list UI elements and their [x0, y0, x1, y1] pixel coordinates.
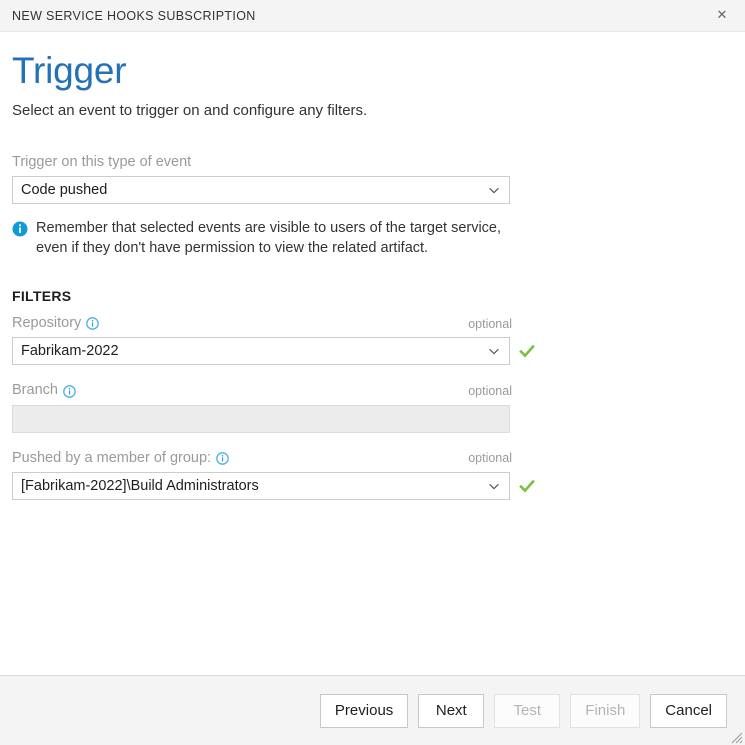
event-type-value: Code pushed — [21, 182, 487, 198]
filter-group-membership-label: Pushed by a member of group: — [12, 450, 229, 467]
filter-group-membership-header: Pushed by a member of group: optional — [12, 450, 512, 467]
filter-repository-select[interactable]: Fabrikam-2022 — [12, 337, 510, 365]
filter-group-membership-select[interactable]: [Fabrikam-2022]\Build Administrators — [12, 472, 510, 500]
resize-grip-icon[interactable] — [727, 728, 743, 744]
info-filled-icon — [12, 221, 28, 237]
dialog-titlebar: NEW SERVICE HOOKS SUBSCRIPTION ✕ — [0, 0, 745, 32]
next-button[interactable]: Next — [418, 694, 484, 728]
filter-group-membership-label-text: Pushed by a member of group: — [12, 450, 211, 467]
valid-check-icon — [519, 343, 535, 359]
close-icon[interactable]: ✕ — [713, 7, 731, 25]
info-outline-icon[interactable] — [63, 385, 76, 398]
filter-group-membership-value: [Fabrikam-2022]\Build Administrators — [21, 478, 487, 494]
filter-repository-select-wrap: Fabrikam-2022 — [12, 337, 733, 365]
chevron-down-icon — [487, 479, 501, 493]
filter-repository-label-text: Repository — [12, 315, 81, 332]
filter-group-membership-group: Pushed by a member of group: optional [F… — [12, 450, 733, 500]
valid-check-icon — [519, 478, 535, 494]
filter-group-membership-optional-tag: optional — [468, 451, 512, 465]
event-type-label-text: Trigger on this type of event — [12, 154, 191, 171]
chevron-down-icon — [487, 183, 501, 197]
dialog-title: NEW SERVICE HOOKS SUBSCRIPTION — [0, 9, 256, 23]
finish-button: Finish — [570, 694, 640, 728]
filter-repository-group: Repository optional Fabrikam-2022 — [12, 315, 733, 365]
new-service-hooks-subscription-dialog: NEW SERVICE HOOKS SUBSCRIPTION ✕ Trigger… — [0, 0, 745, 745]
filter-repository-value: Fabrikam-2022 — [21, 343, 487, 359]
test-button: Test — [494, 694, 560, 728]
filter-branch-optional-tag: optional — [468, 384, 512, 398]
filter-branch-label-text: Branch — [12, 382, 58, 399]
page-subtitle: Select an event to trigger on and config… — [12, 102, 733, 121]
event-type-group: Trigger on this type of event Code pushe… — [12, 154, 733, 204]
previous-button[interactable]: Previous — [320, 694, 408, 728]
filter-branch-input — [12, 405, 510, 433]
filters-heading: FILTERS — [12, 288, 733, 304]
filter-repository-optional-tag: optional — [468, 317, 512, 331]
filter-repository-header: Repository optional — [12, 315, 512, 332]
dialog-footer: Previous Next Test Finish Cancel — [0, 675, 745, 745]
filter-branch-group: Branch optional — [12, 382, 733, 432]
page-title: Trigger — [12, 52, 733, 91]
chevron-down-icon — [487, 344, 501, 358]
event-visibility-note-text: Remember that selected events are visibl… — [36, 218, 510, 258]
cancel-button[interactable]: Cancel — [650, 694, 727, 728]
filter-repository-label: Repository — [12, 315, 99, 332]
filter-branch-header: Branch optional — [12, 382, 512, 399]
filter-branch-label: Branch — [12, 382, 76, 399]
dialog-content: Trigger Select an event to trigger on an… — [0, 32, 745, 675]
event-type-label: Trigger on this type of event — [12, 154, 733, 171]
event-visibility-note: Remember that selected events are visibl… — [12, 218, 510, 258]
event-type-select[interactable]: Code pushed — [12, 176, 510, 204]
filter-group-membership-select-wrap: [Fabrikam-2022]\Build Administrators — [12, 472, 733, 500]
filter-branch-input-wrap — [12, 405, 733, 433]
info-outline-icon[interactable] — [86, 317, 99, 330]
info-outline-icon[interactable] — [216, 452, 229, 465]
event-type-select-wrap: Code pushed — [12, 176, 733, 204]
